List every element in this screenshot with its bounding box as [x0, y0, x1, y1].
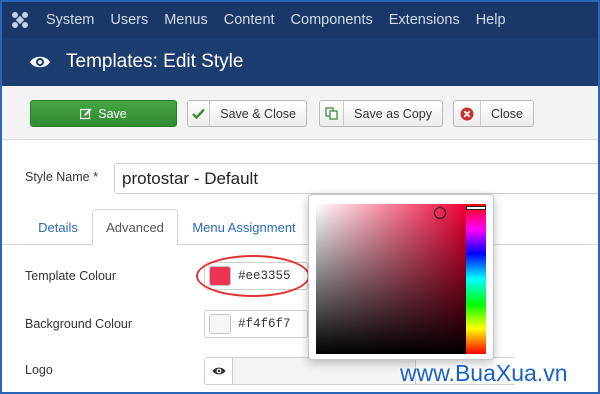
save-button[interactable]: Save: [30, 100, 177, 127]
eye-icon: [28, 50, 52, 74]
close-button[interactable]: Close: [453, 100, 534, 127]
save-label: Save: [98, 106, 127, 121]
logo-label: Logo: [25, 363, 53, 377]
tab-advanced[interactable]: Advanced: [92, 209, 178, 246]
style-name-label: Style Name *: [25, 170, 98, 184]
template-colour-label: Template Colour: [25, 269, 117, 283]
watermark: www.BuaXua.vn: [400, 360, 568, 386]
close-icon: [454, 101, 482, 126]
checkmark-icon: [188, 101, 211, 126]
app-window: System Users Menus Content Components Ex…: [0, 0, 600, 394]
edit-icon: [80, 108, 92, 120]
copy-icon: [320, 101, 345, 126]
highlight-oval: [196, 255, 310, 297]
joomla-logo-icon[interactable]: [2, 2, 38, 38]
background-colour-input[interactable]: #f4f6f7: [204, 310, 308, 338]
color-picker-popup: [308, 194, 494, 360]
menu-system[interactable]: System: [38, 2, 102, 38]
edit-form: Style Name * protostar - Default Details…: [2, 141, 598, 392]
saturation-brightness-area[interactable]: [316, 204, 466, 354]
page-title: Templates: Edit Style: [66, 51, 244, 72]
color-marker[interactable]: [434, 207, 446, 219]
menu-components[interactable]: Components: [283, 2, 381, 38]
toolbar: Save Save & Close Save as Copy Close: [2, 86, 598, 140]
save-close-label: Save & Close: [220, 106, 296, 121]
menu-content[interactable]: Content: [216, 2, 283, 38]
preview-eye-icon[interactable]: [205, 358, 233, 384]
menu-users[interactable]: Users: [102, 2, 156, 38]
background-colour-label: Background Colour: [25, 317, 133, 331]
save-close-button[interactable]: Save & Close: [187, 100, 307, 127]
menu-extensions[interactable]: Extensions: [381, 2, 468, 38]
background-colour-value: #f4f6f7: [238, 317, 291, 331]
tab-bar: Details Advanced Menu Assignment: [2, 209, 598, 246]
menu-help[interactable]: Help: [468, 2, 514, 38]
page-header: Templates: Edit Style: [2, 38, 598, 86]
hue-slider-handle[interactable]: [466, 206, 486, 210]
hue-slider[interactable]: [466, 204, 486, 354]
admin-menubar: System Users Menus Content Components Ex…: [2, 2, 598, 38]
menu-menus[interactable]: Menus: [156, 2, 216, 38]
style-name-input[interactable]: protostar - Default: [114, 163, 598, 194]
background-colour-swatch[interactable]: [209, 314, 231, 334]
close-label: Close: [491, 106, 523, 121]
tab-menu-assignment[interactable]: Menu Assignment: [182, 209, 306, 245]
save-as-copy-label: Save as Copy: [354, 106, 432, 121]
save-as-copy-button[interactable]: Save as Copy: [319, 100, 443, 127]
tab-details[interactable]: Details: [24, 209, 92, 245]
